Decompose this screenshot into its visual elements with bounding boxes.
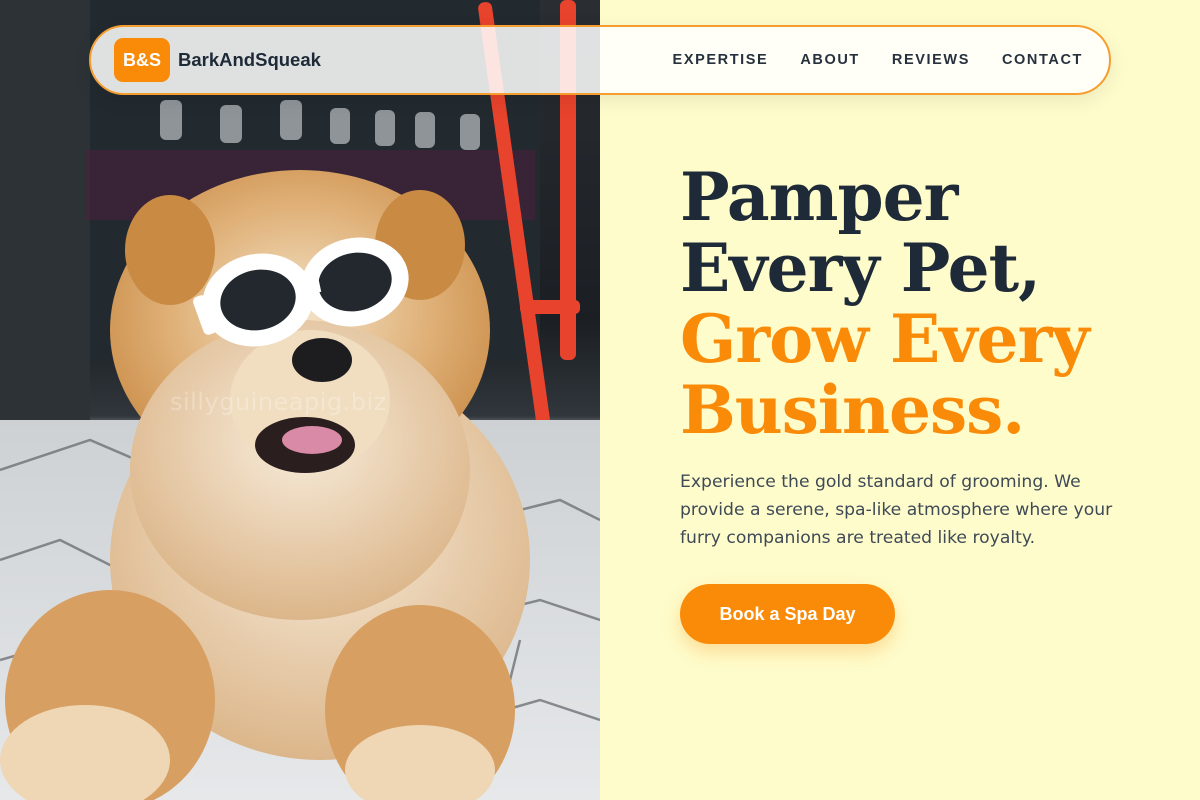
- landing-page: sillyguineapig.biz Pamper Every Pet, Gro…: [0, 0, 1200, 800]
- brand-logo-link[interactable]: B&S BarkAndSqueak: [114, 38, 321, 82]
- nav-link-about[interactable]: ABOUT: [800, 52, 860, 68]
- headline-accent-line: Grow Every: [680, 300, 1090, 378]
- headline-accent-line: Business.: [680, 371, 1025, 449]
- book-spa-day-button[interactable]: Book a Spa Day: [680, 584, 895, 644]
- hero-dog-photo: sillyguineapig.biz: [0, 0, 600, 800]
- hero-description: Experience the gold standard of grooming…: [680, 472, 1113, 548]
- nav-link-contact[interactable]: CONTACT: [1002, 52, 1083, 68]
- logo-badge: B&S: [114, 38, 170, 82]
- headline-line: Every Pet,: [680, 229, 1041, 307]
- navbar: B&S BarkAndSqueak EXPERTISE ABOUT REVIEW…: [89, 25, 1111, 95]
- main-nav: EXPERTISE ABOUT REVIEWS CONTACT: [641, 52, 1083, 68]
- nav-link-reviews[interactable]: REVIEWS: [892, 52, 970, 68]
- image-watermark: sillyguineapig.biz: [170, 388, 387, 416]
- headline-line: Pamper: [680, 158, 958, 236]
- hero-headline: Pamper Every Pet, Grow Every Business.: [680, 162, 1160, 446]
- brand-name: BarkAndSqueak: [178, 49, 321, 70]
- nav-link-expertise[interactable]: EXPERTISE: [673, 52, 769, 68]
